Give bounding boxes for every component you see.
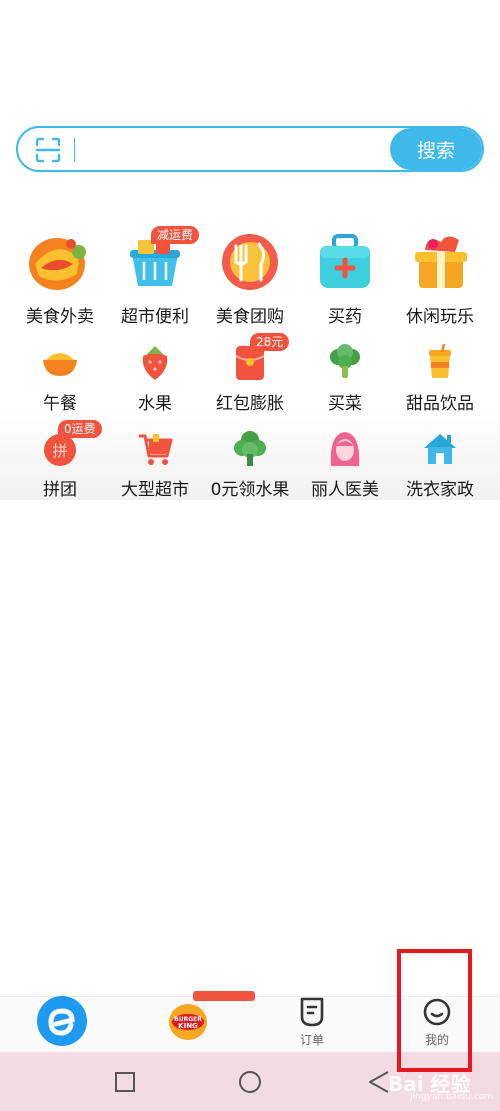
category-supermarket[interactable]: 减运费 超市便利 <box>105 226 205 328</box>
scan-icon[interactable] <box>34 136 62 164</box>
free-shipping-badge: 0运费 <box>58 420 102 438</box>
category-food-delivery[interactable]: 美食外卖 <box>10 228 110 328</box>
category-free-fruit[interactable]: 0元领水果 <box>200 428 300 503</box>
category-label: 买菜 <box>328 394 362 414</box>
category-group-order[interactable]: 拼 0运费 拼团 <box>10 420 110 503</box>
category-label: 洗衣家政 <box>406 480 474 500</box>
category-label: 超市便利 <box>121 307 189 327</box>
category-groceries[interactable]: 买菜 <box>295 342 395 417</box>
category-label: 休闲玩乐 <box>406 307 474 327</box>
svg-text:拼: 拼 <box>52 442 67 460</box>
broccoli-icon <box>330 344 360 378</box>
nav-home[interactable] <box>22 996 102 1053</box>
category-label: 大型超市 <box>121 480 189 500</box>
category-hypermarket[interactable]: 大型超市 <box>105 428 205 503</box>
nav-orders-label: 订单 <box>299 1033 324 1047</box>
group-buy-food-icon <box>222 234 278 290</box>
search-divider <box>74 138 75 162</box>
category-medicine[interactable]: 买药 <box>295 228 395 328</box>
category-label: 美食外卖 <box>26 307 94 327</box>
category-leisure[interactable]: 休闲玩乐 <box>390 228 490 328</box>
nav-orders[interactable]: 订单 <box>272 997 352 1053</box>
search-input[interactable] <box>84 132 388 170</box>
category-group-buy[interactable]: 美食团购 <box>200 228 300 328</box>
category-label: 0元领水果 <box>210 480 290 500</box>
shopping-cart-icon <box>139 434 173 465</box>
category-label: 红包膨胀 <box>216 394 284 414</box>
nav-promo[interactable]: BURGER KING <box>147 991 255 1053</box>
leisure-icon <box>415 236 467 288</box>
eleme-logo-icon <box>37 996 87 1046</box>
category-red-envelope[interactable]: 28元 红包膨胀 <box>200 333 300 417</box>
bonus-badge: 28元 <box>250 333 290 351</box>
category-beauty[interactable]: 丽人医美 <box>295 428 395 503</box>
burger-king-logo-icon: BURGER KING <box>169 1004 207 1040</box>
home-circle-icon[interactable] <box>237 1069 263 1095</box>
category-fruit[interactable]: 水果 <box>105 342 205 417</box>
discount-badge: 减运费 <box>151 226 200 244</box>
house-icon <box>424 434 456 464</box>
category-label: 拼团 <box>43 480 77 500</box>
category-lunch[interactable]: 午餐 <box>10 342 110 417</box>
category-desserts-drinks[interactable]: 甜品饮品 <box>390 342 490 417</box>
category-label: 买药 <box>328 307 362 327</box>
promo-ribbon <box>193 991 255 1001</box>
highlight-box <box>397 949 472 1072</box>
category-label: 甜品饮品 <box>406 394 474 414</box>
search-button[interactable]: 搜索 <box>390 128 482 170</box>
category-label: 美食团购 <box>216 307 284 327</box>
medicine-kit-icon <box>320 234 370 288</box>
tree-icon <box>234 431 266 466</box>
search-bar: 搜索 <box>16 126 484 172</box>
strawberry-icon <box>142 346 168 380</box>
order-list-icon <box>300 997 324 1027</box>
takeout-food-icon <box>29 238 86 290</box>
svg-text:KING: KING <box>178 1022 198 1030</box>
recent-apps-icon[interactable] <box>113 1070 137 1094</box>
lunch-bowl-icon <box>43 353 77 376</box>
category-housekeeping[interactable]: 洗衣家政 <box>390 428 490 503</box>
beauty-woman-icon <box>330 432 360 466</box>
category-label: 午餐 <box>43 394 77 414</box>
category-label: 水果 <box>138 394 172 414</box>
drink-cup-icon <box>429 343 451 378</box>
category-label: 丽人医美 <box>311 480 379 500</box>
watermark-url: jingyan.baidu.com <box>410 1092 494 1102</box>
